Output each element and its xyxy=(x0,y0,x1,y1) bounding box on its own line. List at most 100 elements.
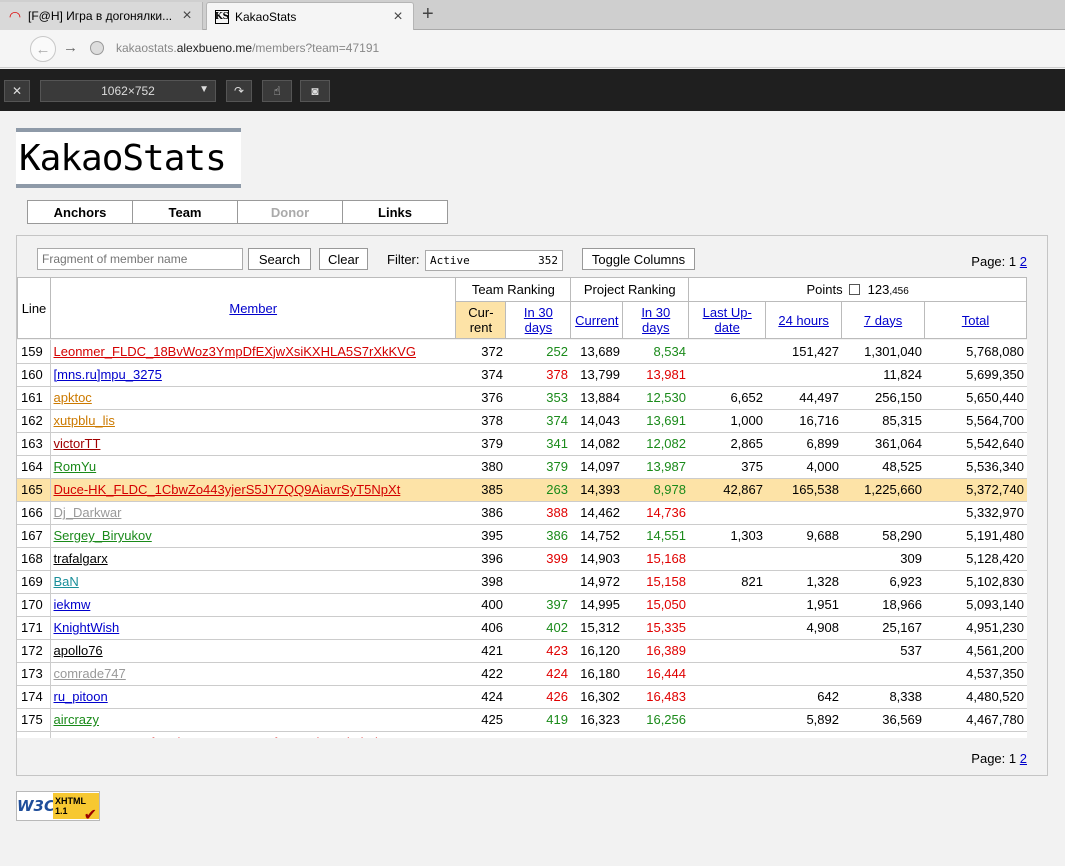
w3c-xhtml-badge[interactable]: W3C XHTML 1.1 ✔ xyxy=(16,791,100,824)
close-icon[interactable]: ✕ xyxy=(4,80,30,102)
cell-team-current: 374 xyxy=(456,363,506,387)
back-arrow-icon[interactable]: ← xyxy=(30,36,56,62)
cell-member: Duce-HK_FLDC_1CbwZo443yjerS5JY7QQ9AiavrS… xyxy=(50,478,456,502)
member-link[interactable]: iekmw xyxy=(54,597,91,612)
new-tab-icon[interactable]: + xyxy=(422,3,434,26)
member-link[interactable]: Dj_Darkwar xyxy=(54,505,122,520)
cell-project-current: 16,302 xyxy=(571,685,623,709)
cell-7days: 25,167 xyxy=(842,616,925,640)
page-2-link[interactable]: 2 xyxy=(1020,751,1027,766)
menu-anchors[interactable]: Anchors xyxy=(28,201,133,223)
cell-member: comrade747 xyxy=(50,662,456,686)
cell-line: 167 xyxy=(17,524,51,548)
cell-project-30days: 13,691 xyxy=(623,409,689,433)
col-total[interactable]: Total xyxy=(924,301,1027,339)
page-1-link[interactable]: 1 xyxy=(1009,254,1016,269)
col-team-current[interactable]: Cur-rent xyxy=(455,301,507,339)
cell-team-30days: 379 xyxy=(506,455,571,479)
cell-last-update xyxy=(689,662,766,686)
cell-project-30days: 13,987 xyxy=(623,455,689,479)
cell-7days: 361,064 xyxy=(842,432,925,456)
cell-line: 172 xyxy=(17,639,51,663)
cell-team-30days: 275 xyxy=(506,731,571,738)
member-link[interactable]: comrade747 xyxy=(54,666,126,681)
cell-7days: 1,368,740 xyxy=(842,731,925,738)
member-link[interactable]: xutpblu_lis xyxy=(54,413,115,428)
cell-project-current: 13,689 xyxy=(571,340,623,364)
cell-team-30days: 397 xyxy=(506,593,571,617)
member-link[interactable]: apktoc xyxy=(54,390,92,405)
tab-kakaostats[interactable]: KS KakaoStats × xyxy=(206,2,414,31)
viewport-size-select[interactable]: 1062×752 ▼ xyxy=(40,80,216,102)
clear-button[interactable]: Clear xyxy=(319,248,368,270)
cell-team-current: 421 xyxy=(456,639,506,663)
member-link[interactable]: KnightWish xyxy=(54,620,120,635)
cell-line: 162 xyxy=(17,409,51,433)
toggle-columns-button[interactable]: Toggle Columns xyxy=(582,248,695,270)
touch-icon[interactable]: ☝ xyxy=(262,80,292,102)
cell-team-30days: 386 xyxy=(506,524,571,548)
cell-team-30days: 419 xyxy=(506,708,571,732)
close-tab-icon[interactable]: × xyxy=(391,8,405,26)
cell-line: 168 xyxy=(17,547,51,571)
cell-24hours: 4,908 xyxy=(766,616,842,640)
table-row: 176WenT_FLDC_14f27PjZN1QACuWzZxfuFVuYbKg… xyxy=(17,731,1027,738)
cell-team-30days: 399 xyxy=(506,547,571,571)
member-link[interactable]: aircrazy xyxy=(54,712,100,727)
address-bar[interactable]: kakaostats.alexbueno.me/members?team=471… xyxy=(116,41,379,55)
member-link[interactable]: [mns.ru]mpu_3275 xyxy=(54,367,162,382)
member-link[interactable]: trafalgarx xyxy=(54,551,108,566)
menu-links[interactable]: Links xyxy=(343,201,447,223)
member-link[interactable]: apollo76 xyxy=(54,643,103,658)
cell-7days: 256,150 xyxy=(842,386,925,410)
col-last-update[interactable]: Last Up-date xyxy=(688,301,767,339)
page-1-link[interactable]: 1 xyxy=(1009,751,1016,766)
pagination-bottom: Page: 1 2 xyxy=(971,751,1027,766)
cell-project-30days: 14,551 xyxy=(623,524,689,548)
member-link[interactable]: victorTT xyxy=(54,436,101,451)
cell-project-30days: 16,389 xyxy=(623,639,689,663)
table-row: 172 apollo76 421 423 16,120 16,389 537 4,561,20… xyxy=(17,639,1027,663)
nav-bar: ➜ ← → kakaostats.alexbueno.me/members?te… xyxy=(0,30,1065,83)
member-link[interactable]: Duce-HK_FLDC_1CbwZo443yjerS5JY7QQ9AiavrS… xyxy=(54,482,401,497)
member-link[interactable]: RomYu xyxy=(54,459,97,474)
points-format-checkbox[interactable] xyxy=(848,284,860,295)
filter-select[interactable]: Active 352 xyxy=(425,250,563,271)
cell-total: 5,372,740 xyxy=(925,478,1027,502)
table-row: 165 Duce-HK_FLDC_1CbwZo443yjerS5JY7QQ9Aia… xyxy=(17,478,1027,502)
menu-team[interactable]: Team xyxy=(133,201,238,223)
col-team-30days[interactable]: In 30 days xyxy=(505,301,572,339)
member-link[interactable]: ru_pitoon xyxy=(54,689,108,704)
camera-icon[interactable]: ◙ xyxy=(300,80,330,102)
member-link[interactable]: WenT_FLDC_14f27PjZN1QACuWzZxfuFVuYbKg7bz… xyxy=(54,735,386,738)
cell-member: BaN xyxy=(50,570,456,594)
cell-member: xutpblu_lis xyxy=(50,409,456,433)
col-project-30days[interactable]: In 30 days xyxy=(622,301,690,339)
col-24hours[interactable]: 24 hours xyxy=(765,301,843,339)
table-body-scroll[interactable]: 159 Leonmer_FLDC_18BvWoz3YmpDfEXjwXsiKXHL… xyxy=(17,340,1027,738)
col-project-current[interactable]: Current xyxy=(570,301,624,339)
member-search-input[interactable] xyxy=(37,248,243,270)
cell-team-current: 398 xyxy=(456,570,506,594)
cell-team-30days: 353 xyxy=(506,386,571,410)
tab-fah[interactable]: ◠ [F@H] Игра в догонялки... × xyxy=(0,2,203,30)
col-member[interactable]: Member xyxy=(49,277,457,339)
kakaostats-logo[interactable]: KakaoStats xyxy=(16,128,241,188)
cell-project-current: 14,043 xyxy=(571,409,623,433)
cell-project-30days: 8,534 xyxy=(623,340,689,364)
close-tab-icon[interactable]: × xyxy=(180,7,194,25)
forward-arrow-icon[interactable]: → xyxy=(63,39,78,56)
page-2-link[interactable]: 2 xyxy=(1020,254,1027,269)
table-row: 170 iekmw 400 397 14,995 15,050 1,951 18,966 5,0… xyxy=(17,593,1027,617)
cell-7days: 1,301,040 xyxy=(842,340,925,364)
cell-total: 5,768,080 xyxy=(925,340,1027,364)
cell-team-current: 379 xyxy=(456,432,506,456)
member-link[interactable]: BaN xyxy=(54,574,79,589)
cell-last-update xyxy=(689,708,766,732)
member-link[interactable]: Leonmer_FLDC_18BvWoz3YmpDfEXjwXsiKXHLA5S… xyxy=(54,344,416,359)
col-7days[interactable]: 7 days xyxy=(841,301,926,339)
search-button[interactable]: Search xyxy=(248,248,311,270)
member-link[interactable]: Sergey_Biryukov xyxy=(54,528,152,543)
rotate-icon[interactable]: ↷ xyxy=(226,80,252,102)
cell-24hours xyxy=(766,639,842,663)
